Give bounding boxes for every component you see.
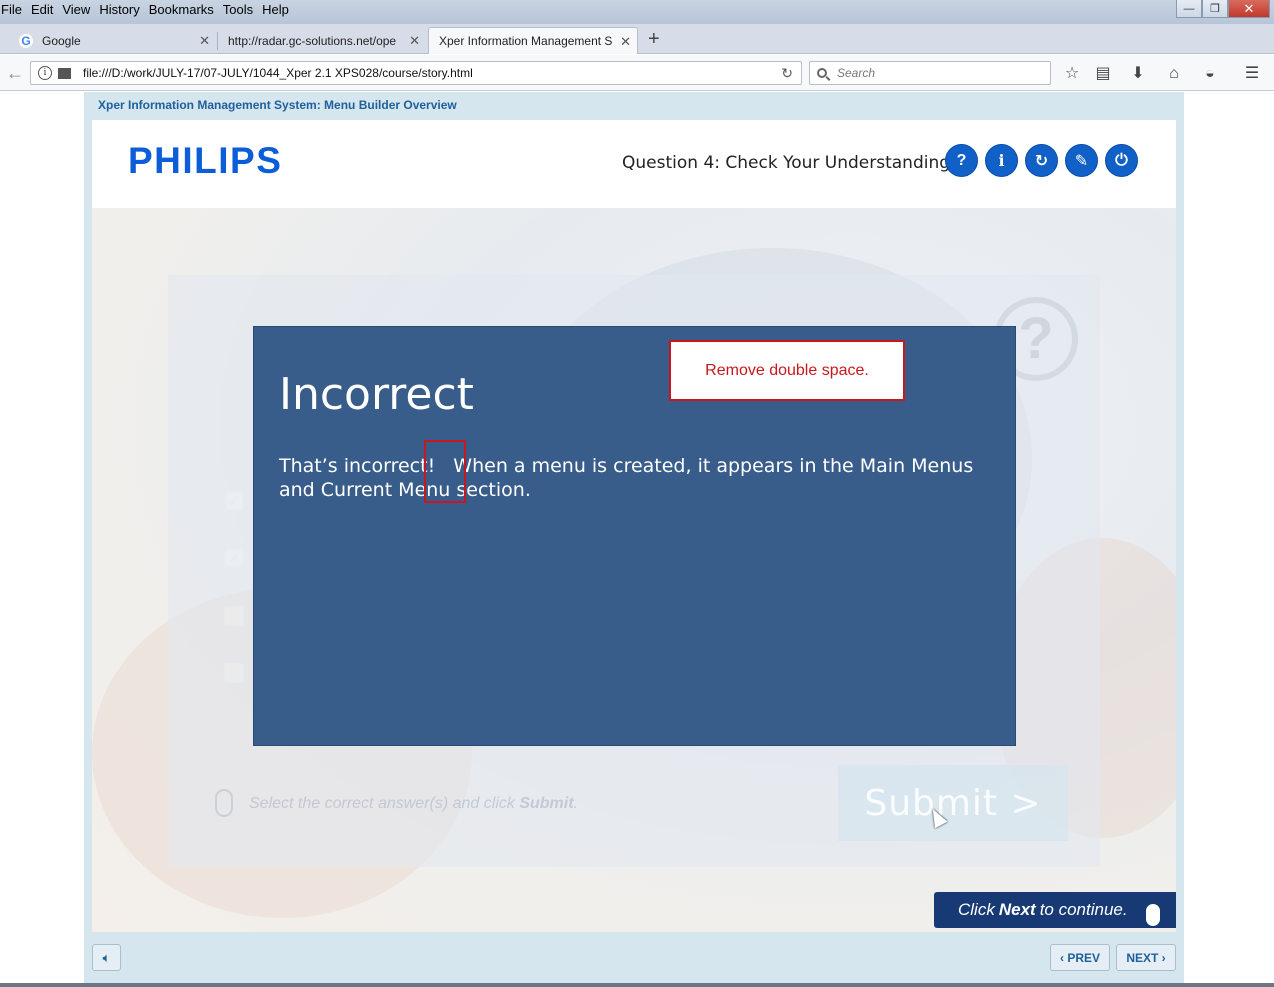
feedback-dialog: Incorrect That’s incorrect! When a menu … (253, 326, 1016, 746)
restore-button[interactable]: ❐ (1202, 0, 1228, 18)
tab-bar: G Google ✕ http://radar.gc-solutions.net… (0, 24, 1274, 54)
question-title: Question 4: Check Your Understanding (622, 153, 951, 173)
chevron-right-icon: › (1158, 950, 1166, 965)
slide: ? ✓ ✓ ✓ ✓ Select the correct answer(s) a… (92, 120, 1176, 932)
mouse-icon (1146, 904, 1160, 926)
menu-help[interactable]: Help (258, 0, 294, 20)
tab-google[interactable]: G Google ✕ (8, 27, 216, 54)
tab-label: Google (42, 33, 81, 48)
home-icon[interactable]: ⌂ (1164, 64, 1184, 84)
close-tab-icon[interactable]: ✕ (620, 34, 631, 50)
instruction-text: Select the correct answer(s) and click S… (249, 795, 578, 812)
search-icon (817, 68, 827, 78)
answer-checkbox[interactable]: ✓ (224, 606, 244, 626)
download-icon[interactable]: ⬇ (1128, 64, 1148, 84)
bookmark-star-icon[interactable]: ☆ (1062, 64, 1082, 84)
navigation-toolbar: ← i file:///D:/work/JULY-17/07-JULY/1044… (0, 55, 1274, 91)
info-icon[interactable]: i (38, 66, 52, 80)
course-player: Xper Information Management System: Menu… (84, 92, 1184, 987)
next-button[interactable]: NEXT › (1116, 944, 1176, 971)
search-bar[interactable] (809, 61, 1051, 85)
menu-bookmarks[interactable]: Bookmarks (145, 0, 219, 20)
window-titlebar: File Edit View History Bookmarks Tools H… (0, 0, 1274, 24)
chevron-left-icon: ‹ (1059, 950, 1068, 965)
notes-button[interactable]: ✎ (1065, 144, 1098, 177)
hamburger-menu-icon[interactable]: ☰ (1242, 64, 1262, 84)
url-bar[interactable]: i file:///D:/work/JULY-17/07-JULY/1044_X… (30, 61, 802, 85)
feedback-title: Incorrect (279, 369, 474, 420)
annotation-highlight-box (424, 440, 466, 503)
course-title: Xper Information Management System: Menu… (98, 98, 457, 112)
tab-label: http://radar.gc-solutions.net/ope (228, 33, 397, 48)
annotation-note: Remove double space. (669, 340, 905, 401)
tab-label: Xper Information Management S (439, 34, 613, 48)
menu-edit[interactable]: Edit (27, 0, 58, 20)
minimize-button[interactable]: — (1176, 0, 1202, 18)
tab-radar[interactable]: http://radar.gc-solutions.net/ope ✕ (218, 27, 426, 54)
menu-file[interactable]: File (0, 0, 27, 20)
search-input[interactable] (837, 66, 1037, 80)
player-footer: 🔈︎ ‹ PREV NEXT › (84, 940, 1184, 976)
exit-button[interactable]: ⏻ (1105, 144, 1138, 177)
close-tab-icon[interactable]: ✕ (409, 33, 420, 49)
tab-xper[interactable]: Xper Information Management S ✕ (428, 27, 638, 54)
help-button[interactable]: ? (945, 144, 978, 177)
close-tab-icon[interactable]: ✕ (199, 33, 210, 49)
menu-view[interactable]: View (58, 0, 95, 20)
answer-checkbox[interactable]: ✓ (224, 548, 244, 568)
reload-icon[interactable]: ↻ (781, 65, 793, 82)
pocket-icon[interactable]: ◒ (1200, 64, 1220, 84)
menu-bar: File Edit View History Bookmarks Tools H… (0, 0, 294, 20)
submit-button[interactable]: Submit > (838, 765, 1068, 841)
continue-prompt: Click Next to continue. (934, 892, 1176, 928)
new-tab-icon[interactable]: + (648, 27, 660, 51)
window-controls: — ❐ ✕ (1176, 0, 1270, 18)
menu-tools[interactable]: Tools (219, 0, 258, 20)
answer-checkbox[interactable]: ✓ (224, 663, 244, 683)
prev-button[interactable]: ‹ PREV (1050, 944, 1110, 971)
reading-list-icon[interactable]: ▤ (1093, 64, 1113, 84)
slide-header: PHILIPS Question 4: Check Your Understan… (92, 120, 1176, 208)
url-text[interactable]: file:///D:/work/JULY-17/07-JULY/1044_Xpe… (83, 66, 473, 80)
google-icon: G (18, 32, 34, 49)
page-icon (58, 67, 71, 79)
answer-checkbox[interactable]: ✓ (224, 491, 244, 511)
info-button[interactable]: i (985, 144, 1018, 177)
feedback-body: That’s incorrect! When a menu is created… (279, 455, 974, 501)
back-arrow-icon[interactable]: ← (4, 63, 26, 85)
menu-history[interactable]: History (95, 0, 144, 20)
replay-button[interactable]: ↻ (1025, 144, 1058, 177)
mouse-icon (215, 789, 233, 817)
audio-button[interactable]: 🔈︎ (92, 944, 121, 971)
philips-logo: PHILIPS (128, 140, 283, 181)
close-window-button[interactable]: ✕ (1228, 0, 1270, 18)
taskbar-edge (0, 983, 1274, 987)
